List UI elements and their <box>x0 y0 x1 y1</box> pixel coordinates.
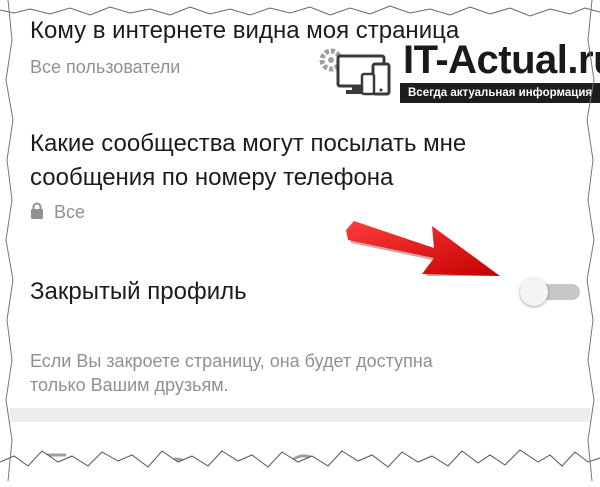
news-icon[interactable] <box>40 452 72 487</box>
lock-icon <box>30 201 44 225</box>
communities-setting-title-line1: Какие сообщества могут посылать мне <box>30 130 467 157</box>
section-divider <box>10 408 590 422</box>
red-arrow-icon <box>338 190 510 281</box>
watermark-subtitle: Всегда актуальная информация <box>400 83 600 103</box>
devices-icon <box>318 38 402 109</box>
closed-profile-title: Закрытый профиль <box>30 278 247 305</box>
watermark-logo: IT-Actual.ru Всегда актуальная информаци… <box>318 36 600 109</box>
closed-profile-toggle[interactable] <box>520 278 580 306</box>
messages-icon[interactable] <box>285 452 325 487</box>
visibility-setting-value: Все пользователи <box>30 57 181 77</box>
closed-profile-hint-line1: Если Вы закроете страницу, она будет дос… <box>30 351 433 371</box>
bottom-tab-bar <box>10 422 590 481</box>
search-icon[interactable] <box>160 452 194 487</box>
watermark-title: IT-Actual.ru <box>403 38 600 82</box>
communities-setting-value: Все <box>54 202 86 222</box>
menu-icon[interactable] <box>520 452 556 487</box>
communities-setting-value-wrap: Все <box>30 200 85 225</box>
toggle-knob <box>520 278 548 306</box>
closed-profile-hint-line2: только Вашим друзьям. <box>30 375 229 395</box>
